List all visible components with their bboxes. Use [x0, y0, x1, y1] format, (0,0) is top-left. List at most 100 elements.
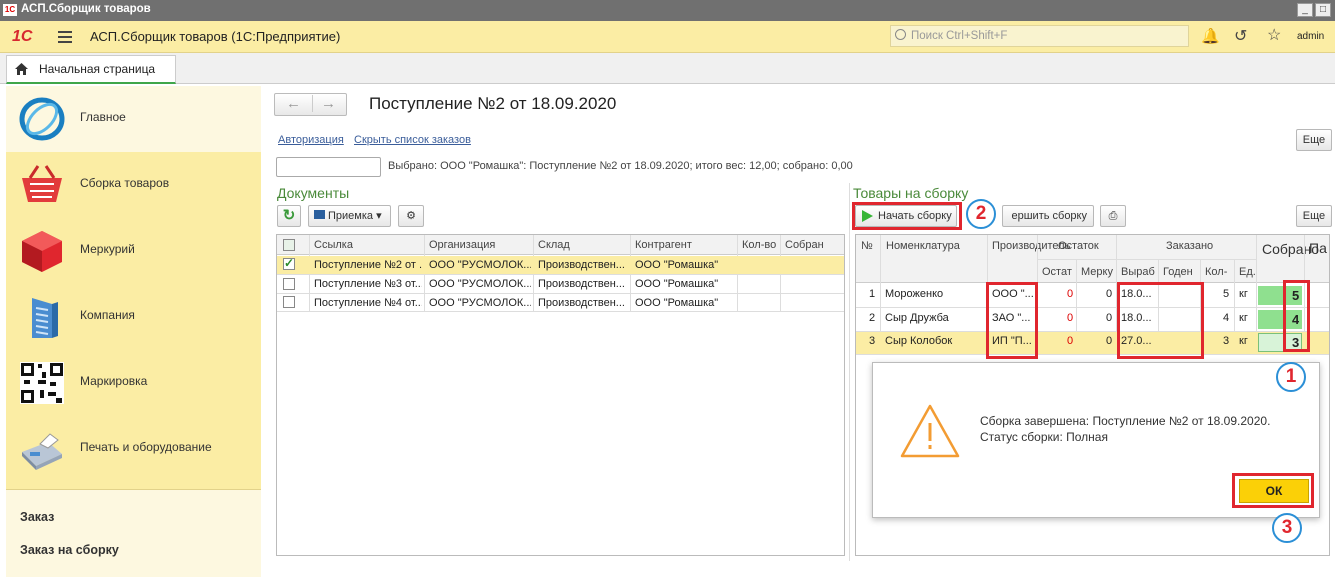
sidebar-item-label: Главное — [80, 110, 126, 124]
more-button-goods[interactable]: Еще — [1296, 205, 1332, 227]
cube-icon — [22, 231, 62, 272]
search-icon — [895, 29, 906, 40]
column-header[interactable]: Кол- — [1205, 266, 1227, 278]
cell-rest: 0 — [1067, 335, 1074, 347]
column-header[interactable]: Мерку — [1081, 266, 1113, 278]
minimize-button[interactable]: _ — [1297, 3, 1313, 17]
sidebar-item-mercury[interactable]: Меркурий — [6, 218, 261, 284]
filter-dropdown[interactable]: Приемка ▾ — [308, 205, 391, 227]
globe-icon — [19, 97, 65, 141]
print-button[interactable]: ⎙ — [1100, 205, 1126, 227]
panel-splitter[interactable] — [849, 183, 850, 561]
sidebar-item-print[interactable]: Печать и оборудование — [6, 416, 261, 482]
sidebar-item-assembly[interactable]: Сборка товаров — [6, 152, 261, 218]
app-title: АСП.Сборщик товаров (1С:Предприятие) — [90, 29, 341, 44]
maximize-button[interactable]: □ — [1315, 3, 1331, 17]
column-header[interactable]: Остаток — [1058, 240, 1099, 252]
highlight-start-button — [852, 202, 962, 230]
column-header[interactable]: № — [861, 240, 873, 252]
cell-contractor: ООО "Ромашка" — [635, 297, 719, 309]
sidebar-item-label: Печать и оборудование — [80, 440, 212, 454]
cell-link: Поступление №3 от... — [314, 278, 422, 290]
column-header[interactable]: Номенклатура — [886, 240, 960, 252]
cell-merc: 0 — [1106, 312, 1113, 324]
warning-icon — [900, 404, 960, 458]
sidebar-item-main[interactable]: Главное — [6, 86, 261, 152]
annotation-circle-2: 2 — [966, 199, 996, 229]
finish-assembly-button[interactable]: ершить сборку — [1002, 205, 1094, 227]
cell-org: ООО "РУСМОЛОК... — [429, 259, 531, 271]
cell-org: ООО "РУСМОЛОК... — [429, 297, 531, 309]
column-header[interactable]: Организация — [429, 239, 495, 251]
window-title: АСП.Сборщик товаров — [21, 3, 151, 15]
column-header[interactable]: Па — [1309, 240, 1327, 256]
row-checkbox[interactable] — [283, 296, 295, 308]
app-header: 1С АСП.Сборщик товаров (1С:Предприятие) … — [0, 21, 1335, 53]
annotation-circle-1: 1 — [1276, 362, 1306, 392]
cell-num: 3 — [869, 335, 876, 347]
app-logo-icon: 1С — [3, 4, 17, 16]
search-input[interactable]: Поиск Ctrl+Shift+F — [890, 25, 1189, 47]
auth-link[interactable]: Авторизация — [278, 134, 344, 146]
column-header[interactable]: Производитель — [992, 240, 1070, 253]
user-name[interactable]: admin — [1297, 31, 1324, 42]
cell-org: ООО "РУСМОЛОК... — [429, 278, 531, 290]
sidebar-item-label: Маркировка — [80, 374, 148, 388]
building-icon — [32, 298, 58, 338]
sidebar-item-label: Компания — [80, 308, 135, 322]
back-arrow-icon[interactable]: ← — [286, 95, 301, 112]
sidebar-item-marking[interactable]: Маркировка — [6, 350, 261, 416]
cell-warehouse: Производствен... — [538, 278, 625, 290]
star-icon[interactable]: ☆ — [1267, 25, 1281, 45]
selection-info: Выбрано: ООО "Ромашка": Поступление №2 о… — [388, 160, 853, 172]
column-header[interactable]: Склад — [538, 239, 570, 251]
column-header[interactable]: Заказано — [1166, 240, 1213, 252]
highlight-ok-button — [1232, 473, 1314, 508]
select-all-checkbox[interactable] — [283, 239, 295, 251]
cell-num: 1 — [869, 288, 876, 300]
cell-contractor: ООО "Ромашка" — [635, 259, 719, 271]
sidebar-link-assembly-order[interactable]: Заказ на сборку — [20, 543, 119, 557]
column-header[interactable]: Собран — [785, 239, 824, 251]
refresh-button[interactable]: ↻ — [277, 205, 301, 227]
tab-home[interactable]: Начальная страница — [6, 55, 176, 84]
bell-icon[interactable]: 🔔 — [1201, 27, 1220, 45]
column-header[interactable]: Выраб — [1121, 266, 1155, 278]
goods-title: Товары на сборку — [853, 185, 969, 201]
column-header[interactable]: Кол-во — [742, 239, 776, 251]
column-header[interactable]: Собрано — [1262, 240, 1319, 258]
1c-logo: 1С — [12, 28, 33, 45]
basket-icon — [22, 165, 62, 202]
sidebar-item-company[interactable]: Компания — [6, 284, 261, 350]
cell-link: Поступление №2 от ... — [314, 259, 422, 271]
tab-bar: Начальная страница — [0, 53, 1335, 84]
hide-orders-link[interactable]: Скрыть список заказов — [354, 134, 471, 146]
filter-label: Приемка — [328, 210, 374, 222]
dialog-status: Статус сборки: Полная — [980, 430, 1108, 444]
sidebar-links: Заказ Заказ на сборку — [6, 489, 261, 577]
cell-merc: 0 — [1106, 335, 1113, 347]
cell-num: 2 — [869, 312, 876, 324]
highlight-dates-column — [1117, 282, 1204, 359]
dialog-message: Сборка завершена: Поступление №2 от 18.0… — [980, 414, 1271, 428]
forward-arrow-icon[interactable]: → — [312, 95, 336, 112]
more-button-top[interactable]: Еще — [1296, 129, 1332, 151]
sidebar-item-label: Сборка товаров — [80, 176, 170, 190]
column-header[interactable]: Годен — [1163, 266, 1193, 278]
column-header[interactable]: Контрагент — [635, 239, 692, 251]
column-header[interactable]: Остат — [1042, 266, 1072, 278]
column-header[interactable]: Ед. — [1239, 266, 1256, 278]
row-checkbox[interactable] — [283, 278, 295, 290]
barcode-input[interactable] — [276, 157, 381, 177]
qr-code-icon — [20, 362, 64, 404]
row-checkbox-checked[interactable]: ✓ — [283, 257, 295, 270]
cell-qty: 3 — [1223, 335, 1230, 347]
cell-contractor: ООО "Ромашка" — [635, 278, 719, 290]
sidebar-link-order[interactable]: Заказ — [20, 510, 54, 524]
column-header[interactable]: Ссылка — [314, 239, 353, 251]
menu-icon[interactable] — [58, 31, 72, 46]
highlight-maker-column — [986, 282, 1038, 359]
settings-button[interactable]: ⚙ — [398, 205, 424, 227]
history-icon[interactable]: ↺ — [1234, 26, 1247, 46]
document-icon — [314, 210, 325, 219]
